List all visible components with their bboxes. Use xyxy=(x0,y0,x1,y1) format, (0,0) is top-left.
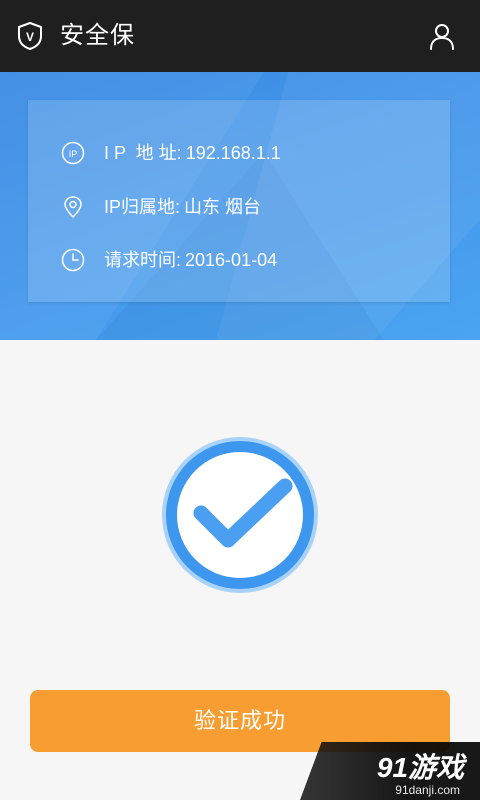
request-time-row: 请求时间: 2016-01-04 xyxy=(28,245,450,275)
ip-icon: IP xyxy=(61,141,85,165)
app-title: 安全保 xyxy=(60,22,135,49)
checkmark-circle-icon xyxy=(162,437,318,593)
ip-address-text: I P 地 址: 192.168.1.1 xyxy=(104,138,281,168)
location-pin-icon xyxy=(64,196,82,218)
ip-address-label: I P 地 址: xyxy=(104,143,182,163)
screen: V 安全保 IP I P 地 址: 192.168.1.1 IP归属地: 山东 … xyxy=(0,0,480,800)
watermark-logo-text: 91游戏 xyxy=(376,752,464,783)
top-bar: V 安全保 xyxy=(0,0,480,72)
watermark-domain: 91danji.com xyxy=(395,783,460,797)
clock-icon xyxy=(61,248,85,272)
user-icon[interactable] xyxy=(428,22,456,50)
ip-address-value: 192.168.1.1 xyxy=(185,143,281,163)
watermark-logo: 91游戏 91danji.com xyxy=(300,742,480,800)
ip-icon-text: IP xyxy=(69,149,78,159)
ip-location-value: 山东 烟台 xyxy=(184,197,262,217)
ip-location-label: IP归属地: xyxy=(104,197,181,217)
ip-location-text: IP归属地: 山东 烟台 xyxy=(104,192,261,222)
shield-letter: V xyxy=(26,30,34,44)
request-time-text: 请求时间: 2016-01-04 xyxy=(104,245,277,275)
shield-v-icon: V xyxy=(18,22,42,50)
info-header: IP I P 地 址: 192.168.1.1 IP归属地: 山东 烟台 请求时间:… xyxy=(0,72,480,340)
ip-address-row: IP I P 地 址: 192.168.1.1 xyxy=(28,138,450,168)
ip-info-card: IP I P 地 址: 192.168.1.1 IP归属地: 山东 烟台 请求时间:… xyxy=(28,100,450,302)
request-time-value: 2016-01-04 xyxy=(185,250,278,270)
ip-location-row: IP归属地: 山东 烟台 xyxy=(28,192,450,222)
request-time-label: 请求时间: xyxy=(104,250,182,270)
